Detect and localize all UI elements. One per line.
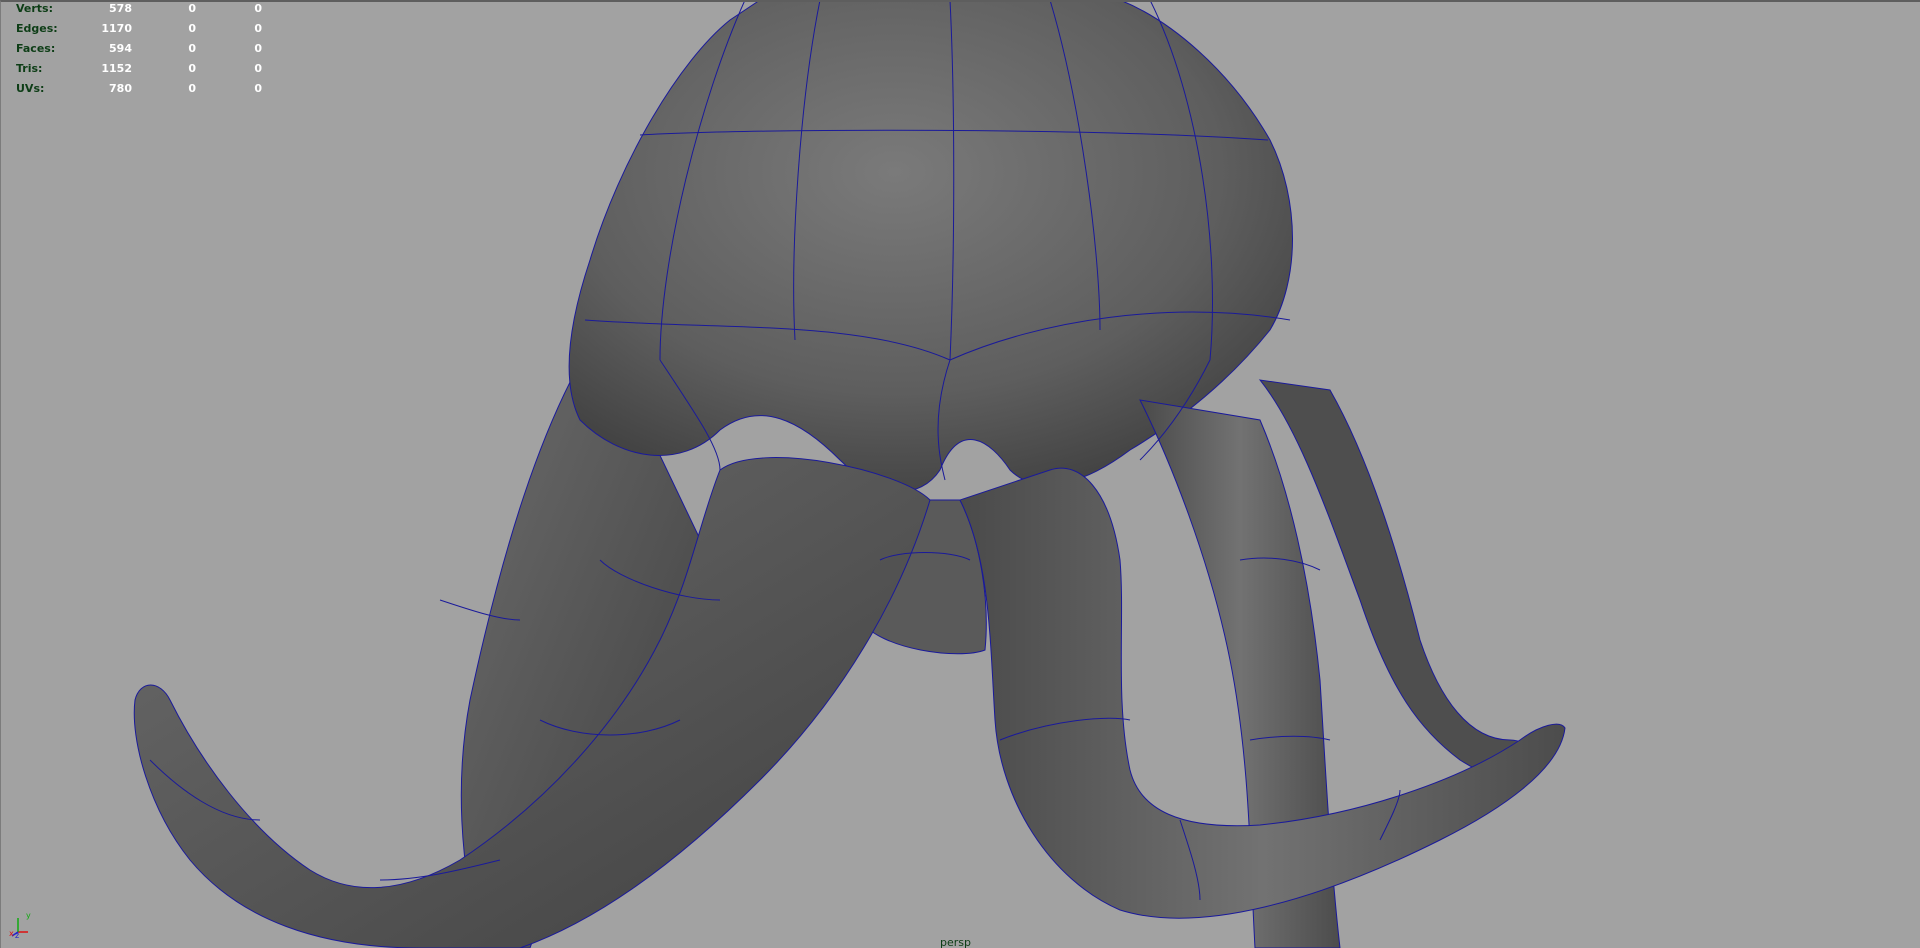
hud-label: Faces:	[16, 42, 56, 55]
hud-value: 1152	[101, 62, 132, 75]
poly-count-hud: Verts: 578 0 0 Edges: 1170 0 0 Faces: 59…	[0, 0, 270, 100]
hud-value: 1170	[101, 22, 132, 35]
hud-value: 0	[254, 22, 262, 35]
hud-label: UVs:	[16, 82, 45, 95]
axis-x-label: x	[9, 929, 14, 938]
axis-y-label: y	[26, 911, 31, 920]
mesh-model[interactable]	[0, 0, 1920, 948]
viewport-panel[interactable]: Verts: 578 0 0 Edges: 1170 0 0 Faces: 59…	[0, 0, 1920, 948]
hud-row-edges: Edges: 1170 0 0	[0, 20, 270, 40]
hud-value: 0	[188, 82, 196, 95]
hud-value: 0	[188, 42, 196, 55]
hud-row-verts: Verts: 578 0 0	[0, 0, 270, 20]
hud-value: 0	[254, 62, 262, 75]
hud-value: 0	[254, 82, 262, 95]
hud-row-tris: Tris: 1152 0 0	[0, 60, 270, 80]
hud-value: 0	[254, 42, 262, 55]
hud-value: 594	[109, 42, 132, 55]
camera-name-label: persp	[940, 936, 971, 948]
hud-value: 578	[109, 2, 132, 15]
axis-gizmo-icon: y x z	[6, 904, 36, 940]
hud-value: 780	[109, 82, 132, 95]
hud-row-faces: Faces: 594 0 0	[0, 40, 270, 60]
hud-label: Tris:	[16, 62, 43, 75]
hud-value: 0	[188, 62, 196, 75]
hud-value: 0	[188, 22, 196, 35]
hud-label: Edges:	[16, 22, 58, 35]
hud-value: 0	[254, 2, 262, 15]
hud-value: 0	[188, 2, 196, 15]
hud-label: Verts:	[16, 2, 54, 15]
hud-row-uvs: UVs: 780 0 0	[0, 80, 270, 100]
axis-z-label: z	[15, 931, 19, 940]
